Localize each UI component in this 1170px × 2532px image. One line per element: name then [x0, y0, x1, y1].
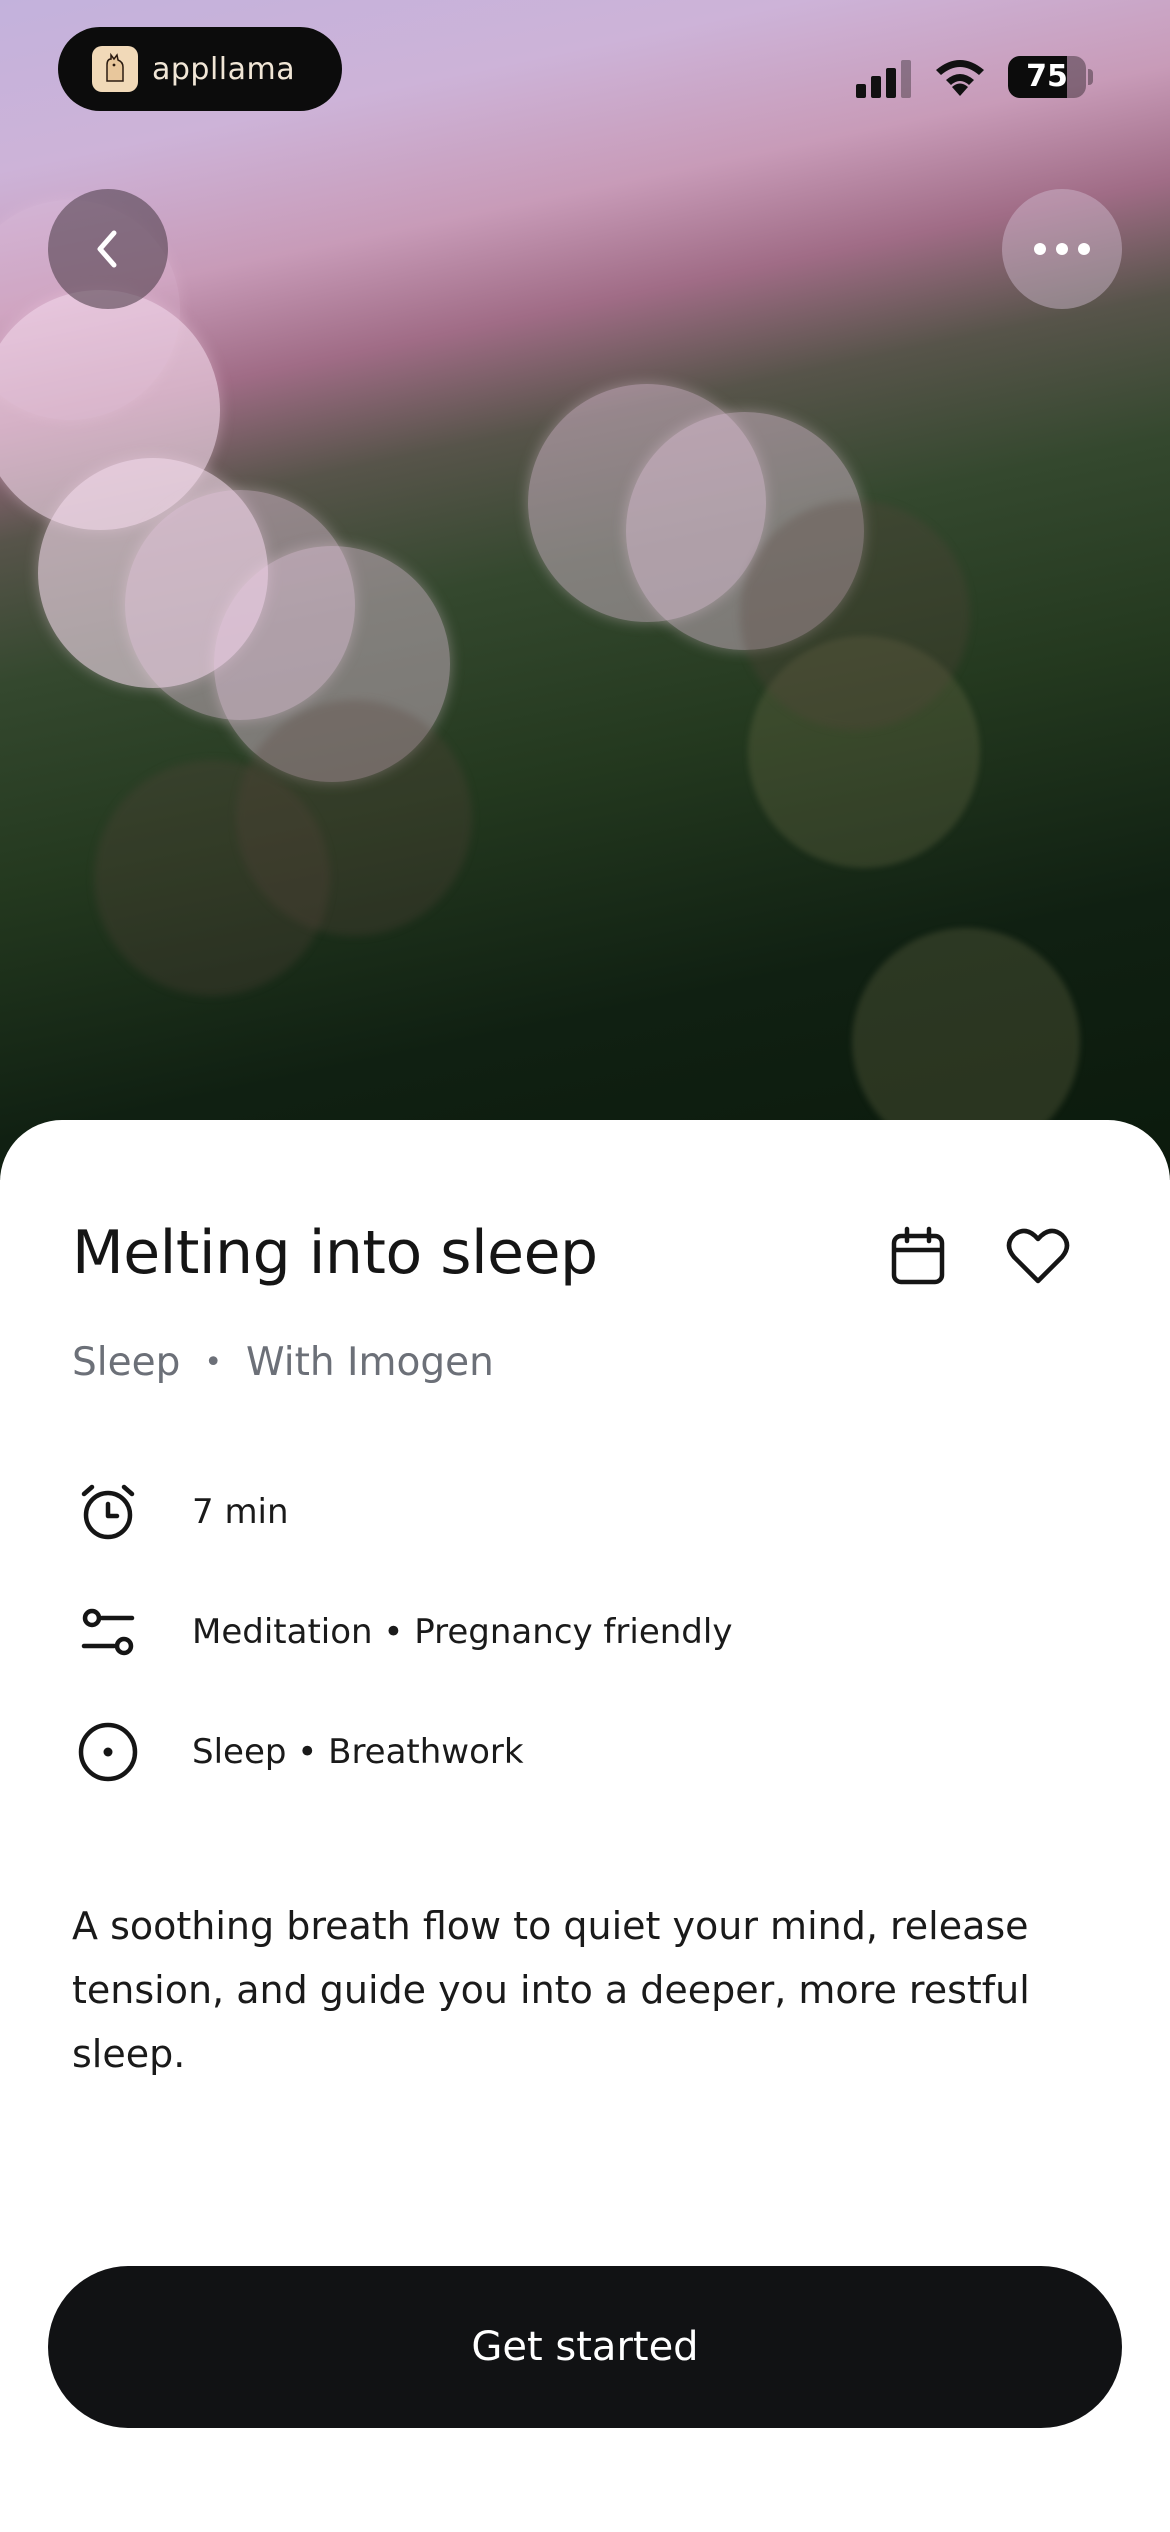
battery-indicator: 75	[1008, 56, 1086, 98]
back-button[interactable]	[48, 189, 168, 309]
chevron-left-icon	[97, 230, 117, 268]
battery-level: 75	[1026, 59, 1068, 94]
bokeh-dim	[740, 500, 970, 730]
type-text: Meditation • Pregnancy friendly	[192, 1612, 733, 1652]
session-details-sheet: Melting into sleep Sleep • With Imogen 7…	[0, 1120, 1170, 2532]
app-name: appllama	[152, 51, 296, 87]
session-meta: Sleep • With Imogen	[72, 1340, 494, 1385]
bokeh-dim	[94, 760, 330, 996]
calendar-icon	[891, 1226, 945, 1285]
llama-logo-icon	[92, 46, 138, 92]
schedule-button[interactable]	[878, 1216, 958, 1296]
ellipsis-icon	[1034, 243, 1090, 255]
duration-text: 7 min	[192, 1492, 289, 1532]
cellular-signal-icon	[856, 60, 911, 98]
session-description: A soothing breath flow to quiet your min…	[72, 1904, 1030, 2076]
get-started-button[interactable]: Get started	[48, 2266, 1122, 2428]
status-bar: appllama 75	[0, 0, 1170, 140]
alarm-clock-icon	[72, 1476, 144, 1548]
target-icon	[72, 1716, 144, 1788]
category-label: Sleep	[72, 1340, 181, 1385]
instructor-label: With Imogen	[246, 1340, 494, 1385]
session-title: Melting into sleep	[72, 1218, 598, 1288]
battery-tip	[1088, 69, 1093, 85]
session-detail-screen: appllama 75 Melting into sleep Sleep • W…	[0, 0, 1170, 2532]
hero-image	[0, 0, 1170, 1180]
detail-goal: Sleep • Breathwork	[72, 1712, 524, 1792]
sliders-icon	[72, 1596, 144, 1668]
meta-separator: •	[204, 1345, 223, 1380]
goal-text: Sleep • Breathwork	[192, 1732, 524, 1772]
more-options-button[interactable]	[1002, 189, 1122, 309]
detail-duration: 7 min	[72, 1472, 289, 1552]
heart-icon	[1006, 1228, 1070, 1284]
favorite-button[interactable]	[998, 1216, 1078, 1296]
wifi-icon	[936, 60, 984, 96]
detail-type: Meditation • Pregnancy friendly	[72, 1592, 732, 1672]
app-badge: appllama	[58, 27, 342, 111]
